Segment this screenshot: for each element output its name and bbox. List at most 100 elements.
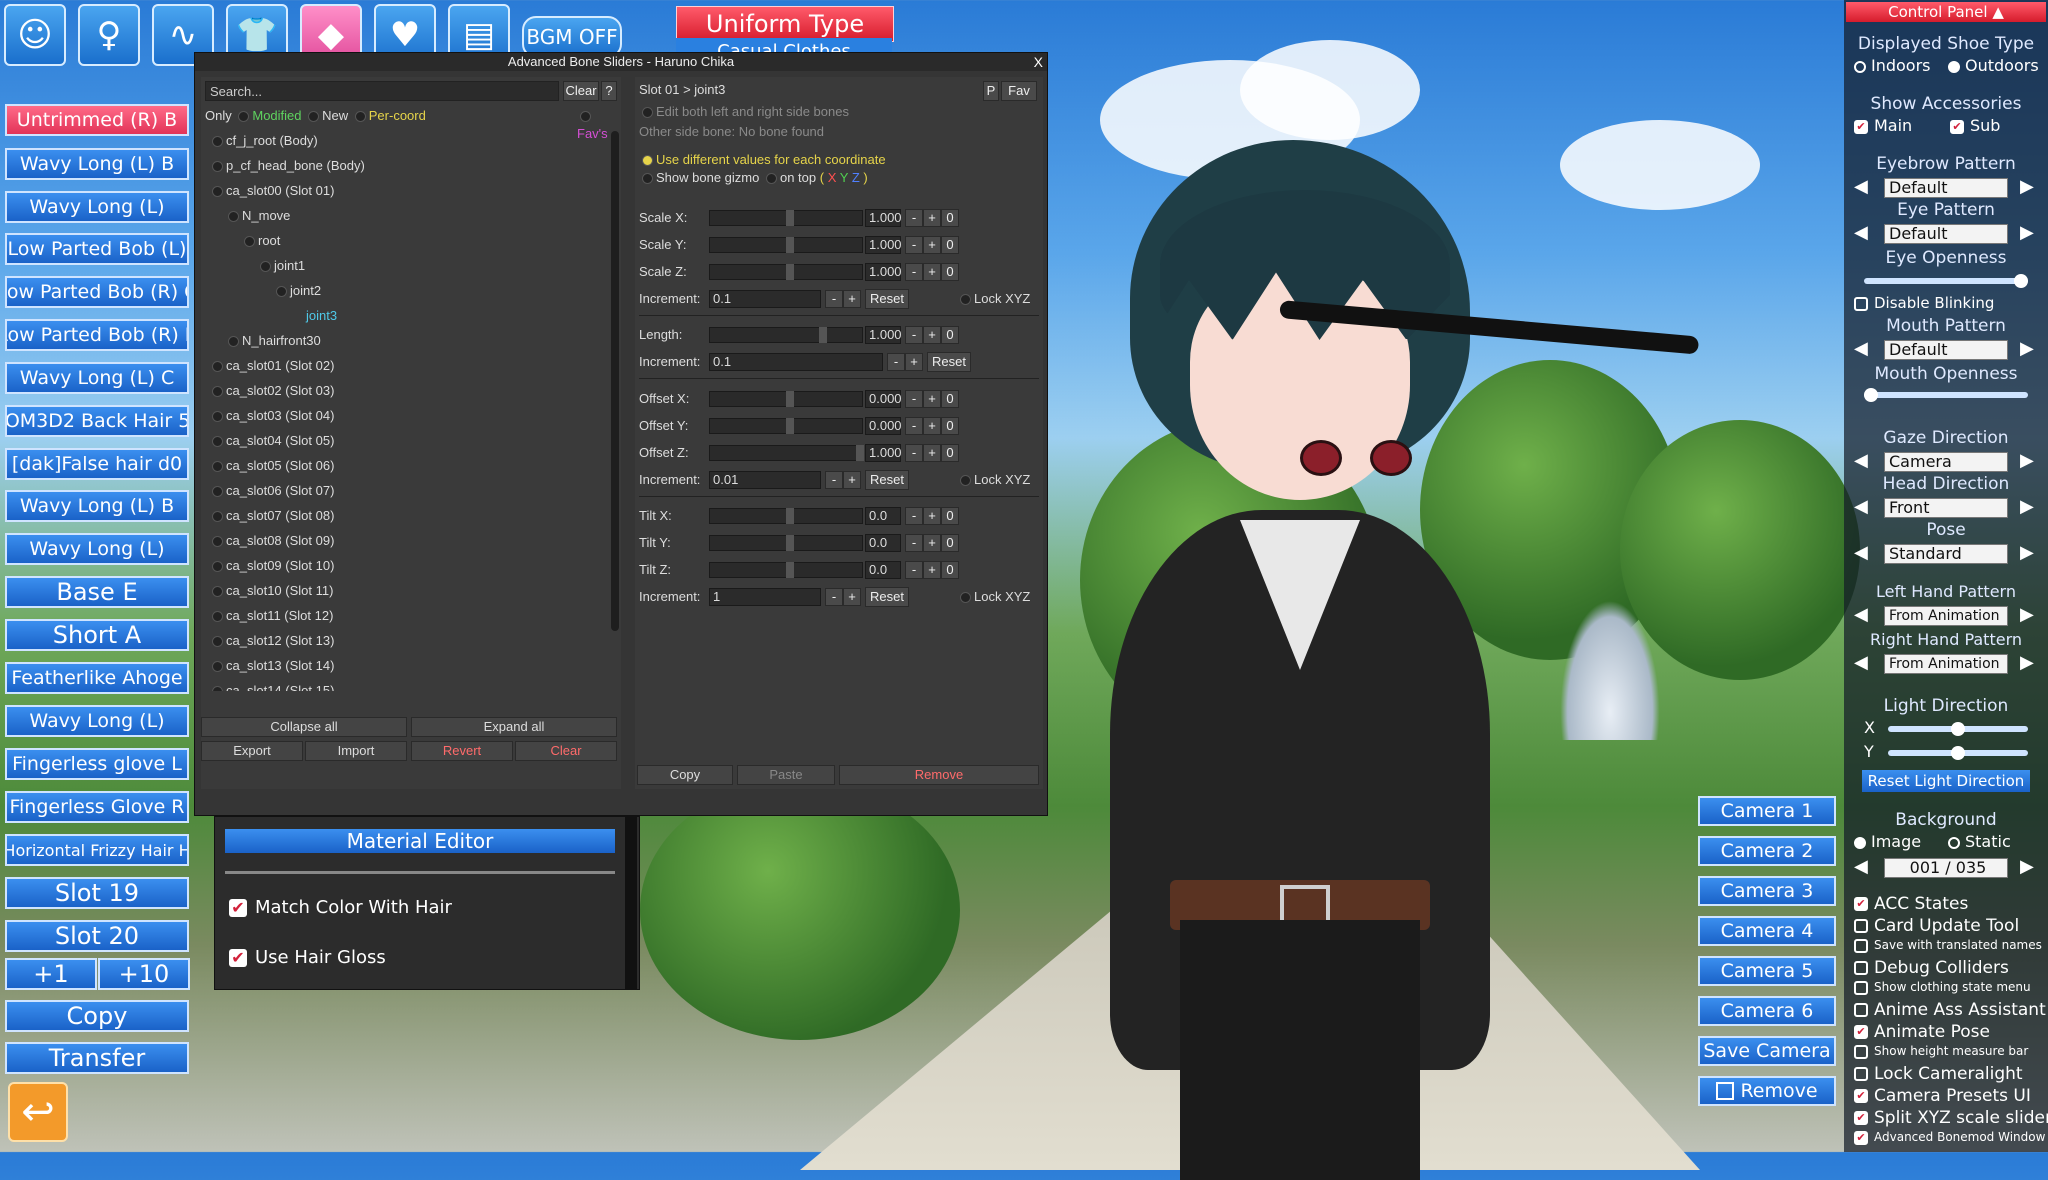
- bone-tree-item[interactable]: joint3: [289, 306, 337, 326]
- bg-static-radio[interactable]: Static: [1948, 832, 2011, 851]
- filter-modified-toggle[interactable]: [238, 111, 250, 123]
- length-increment-input[interactable]: 0.1: [709, 353, 883, 371]
- expand-toggle-icon[interactable]: [212, 161, 223, 173]
- scale-y-minus-button[interactable]: -: [905, 236, 923, 254]
- scale-z-value[interactable]: 1.000: [865, 263, 902, 281]
- expand-toggle-icon[interactable]: [212, 411, 223, 423]
- scale-increment-minus-button[interactable]: -: [825, 290, 843, 308]
- right-hand-prev-icon[interactable]: ◀: [1854, 652, 1868, 673]
- gaze-select[interactable]: Camera: [1884, 452, 2008, 472]
- scale-x-slider[interactable]: [709, 210, 863, 226]
- length-increment-plus-button[interactable]: +: [905, 353, 923, 371]
- tilt-increment-input[interactable]: 1: [709, 588, 821, 606]
- slot-button[interactable]: COM3D2 Back Hair 53: [5, 405, 189, 437]
- copy-values-button[interactable]: Copy: [637, 765, 733, 785]
- light-y-slider[interactable]: [1888, 746, 2028, 760]
- bone-tree-item[interactable]: p_cf_head_bone (Body): [209, 156, 365, 176]
- pose-prev-icon[interactable]: ◀: [1854, 542, 1868, 563]
- tilt-lock-xyz-toggle[interactable]: Lock XYZ: [957, 586, 1030, 608]
- tilt-x-plus-button[interactable]: +: [923, 507, 941, 525]
- tilt-z-value[interactable]: 0.0: [865, 561, 901, 579]
- filter-new-toggle[interactable]: [308, 111, 320, 123]
- accessories-sub-toggle[interactable]: ✔ Sub: [1950, 116, 2000, 135]
- head-prev-icon[interactable]: ◀: [1854, 496, 1868, 517]
- gaze-next-icon[interactable]: ▶: [2020, 450, 2034, 471]
- camera-preset-button[interactable]: Camera 3: [1698, 876, 1836, 906]
- bone-tree-item[interactable]: ca_slot05 (Slot 06): [209, 456, 334, 476]
- slot-button[interactable]: Featherlike Ahoge: [5, 662, 189, 694]
- offset-lock-xyz-toggle[interactable]: Lock XYZ: [957, 469, 1030, 491]
- bone-tree-item[interactable]: ca_slot12 (Slot 13): [209, 631, 334, 651]
- offset-x-slider[interactable]: [709, 391, 863, 407]
- tilt-y-zero-button[interactable]: 0: [941, 534, 959, 552]
- save-camera-button[interactable]: Save Camera: [1698, 1036, 1836, 1066]
- remove-camera-button[interactable]: Remove: [1698, 1076, 1836, 1106]
- bone-tree-item[interactable]: ca_slot02 (Slot 03): [209, 381, 334, 401]
- slot-button[interactable]: [dak]False hair d0: [5, 448, 189, 480]
- scale-y-value[interactable]: 1.000: [865, 236, 902, 254]
- bg-image-radio[interactable]: Image: [1854, 832, 1921, 851]
- scale-increment-input[interactable]: 0.1: [709, 290, 821, 308]
- help-button[interactable]: ?: [601, 81, 617, 101]
- length-minus-button[interactable]: -: [905, 326, 923, 344]
- offset-y-slider[interactable]: [709, 418, 863, 434]
- slot-button[interactable]: Wavy Long (L) C: [5, 362, 189, 394]
- bone-tree-item[interactable]: ca_slot14 (Slot 15): [209, 681, 334, 691]
- slot-button[interactable]: Slot 20: [5, 920, 189, 952]
- mouth-openness-slider[interactable]: [1864, 388, 2028, 402]
- offset-x-zero-button[interactable]: 0: [941, 390, 959, 408]
- slot-button[interactable]: Fingerless glove L: [5, 748, 189, 780]
- tilt-y-plus-button[interactable]: +: [923, 534, 941, 552]
- scale-reset-button[interactable]: Reset: [865, 289, 909, 309]
- bone-tree-item[interactable]: joint2: [273, 281, 321, 301]
- offset-x-minus-button[interactable]: -: [905, 390, 923, 408]
- right-hand-select[interactable]: From Animation: [1884, 654, 2008, 674]
- tilt-reset-button[interactable]: Reset: [865, 587, 909, 607]
- light-x-slider[interactable]: [1888, 722, 2028, 736]
- scale-lock-xyz-toggle[interactable]: Lock XYZ: [957, 288, 1030, 310]
- bone-tree-item[interactable]: cf_j_root (Body): [209, 131, 318, 151]
- hair-gloss-toggle[interactable]: ✔ Use Hair Gloss: [229, 947, 386, 969]
- expand-toggle-icon[interactable]: [212, 461, 223, 473]
- face-icon[interactable]: ☺: [4, 4, 66, 66]
- offset-y-value[interactable]: 0.000: [865, 417, 902, 435]
- bone-tree-item[interactable]: ca_slot13 (Slot 14): [209, 656, 334, 676]
- bone-tree-item[interactable]: ca_slot09 (Slot 10): [209, 556, 334, 576]
- accessories-main-toggle[interactable]: ✔ Main: [1854, 116, 1912, 135]
- material-editor-scrollbar[interactable]: [625, 817, 637, 989]
- offset-increment-minus-button[interactable]: -: [825, 471, 843, 489]
- pose-select[interactable]: Standard: [1884, 544, 2008, 564]
- slot-button[interactable]: Untrimmed (R) B: [5, 104, 189, 136]
- tilt-x-zero-button[interactable]: 0: [941, 507, 959, 525]
- expand-toggle-icon[interactable]: [212, 611, 223, 623]
- offset-z-value[interactable]: 1.000: [865, 444, 902, 462]
- expand-toggle-icon[interactable]: [212, 586, 223, 598]
- pin-button[interactable]: P: [983, 81, 999, 101]
- expand-toggle-icon[interactable]: [212, 386, 223, 398]
- bone-tree-item[interactable]: N_hairfront30: [225, 331, 321, 351]
- slot-button[interactable]: Low Parted Bob (R) E: [5, 319, 189, 351]
- offset-z-slider[interactable]: [709, 445, 864, 461]
- slot-button[interactable]: Low Parted Bob (L): [5, 233, 189, 265]
- revert-button[interactable]: Revert: [411, 741, 513, 761]
- option-toggle[interactable]: ✔ Camera Presets UI: [1854, 1086, 2031, 1106]
- expand-toggle-icon[interactable]: [212, 511, 223, 523]
- length-slider[interactable]: [709, 327, 863, 343]
- camera-preset-button[interactable]: Camera 4: [1698, 916, 1836, 946]
- bone-tree-item[interactable]: ca_slot03 (Slot 04): [209, 406, 334, 426]
- bone-tree-item[interactable]: ca_slot11 (Slot 12): [209, 606, 333, 626]
- length-reset-button[interactable]: Reset: [927, 352, 971, 372]
- expand-toggle-icon[interactable]: [212, 136, 223, 148]
- expand-toggle-icon[interactable]: [212, 661, 223, 673]
- tilt-increment-plus-button[interactable]: +: [843, 588, 861, 606]
- left-hand-next-icon[interactable]: ▶: [2020, 604, 2034, 625]
- bone-tree-item[interactable]: joint1: [257, 256, 305, 276]
- eye-prev-icon[interactable]: ◀: [1854, 222, 1868, 243]
- head-select[interactable]: Front: [1884, 498, 2008, 518]
- scale-x-value[interactable]: 1.000: [865, 209, 902, 227]
- tilt-x-slider[interactable]: [709, 508, 863, 524]
- offset-x-value[interactable]: 0.000: [865, 390, 902, 408]
- collapse-all-button[interactable]: Collapse all: [201, 717, 407, 737]
- scale-z-zero-button[interactable]: 0: [941, 263, 959, 281]
- bone-tree-item[interactable]: root: [241, 231, 280, 251]
